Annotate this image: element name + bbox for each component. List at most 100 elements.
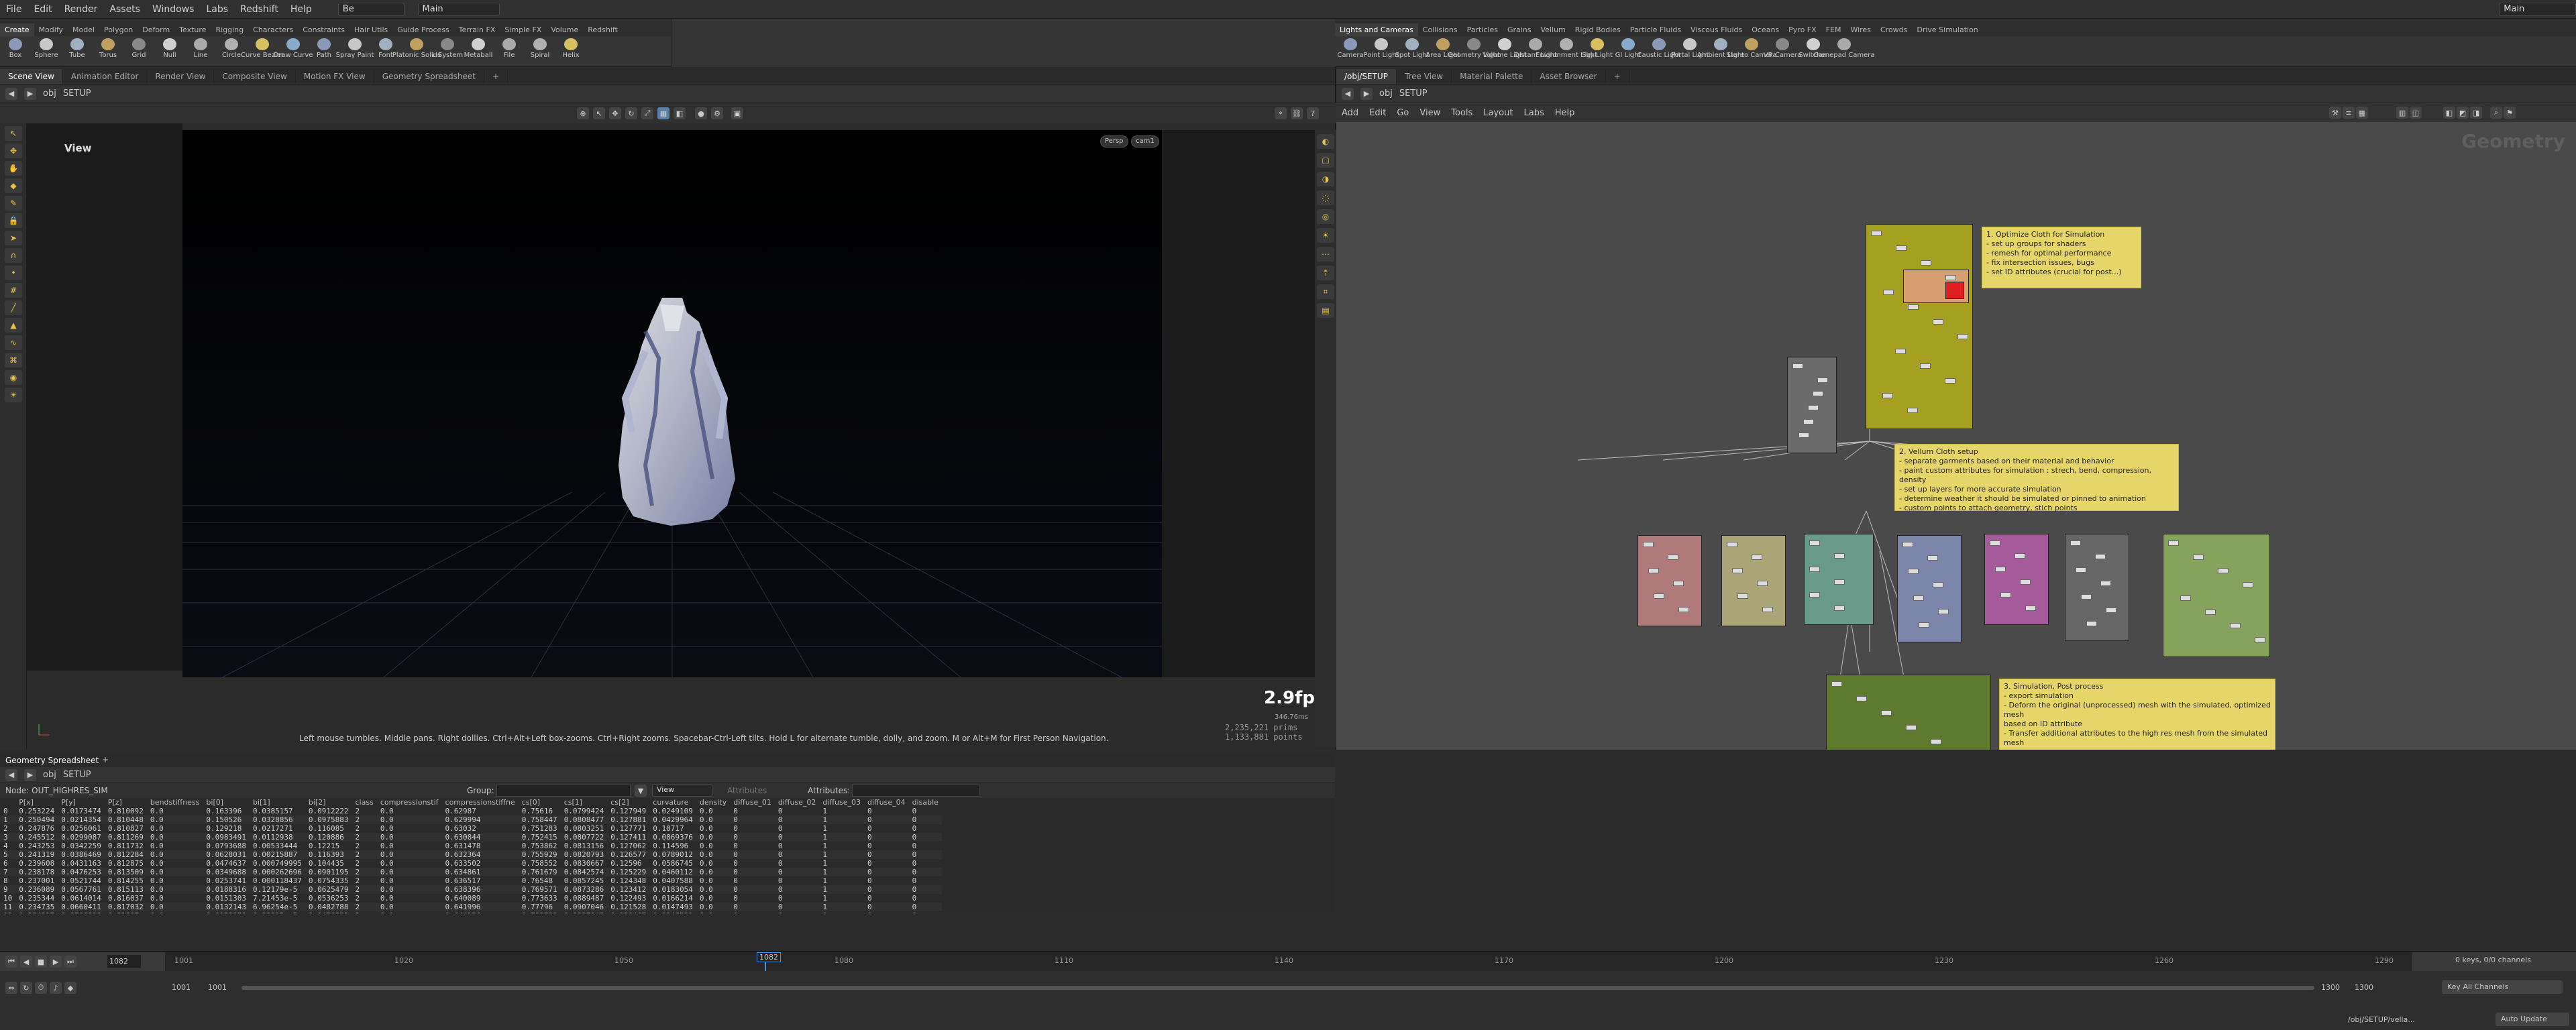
shelf-r-tab[interactable]: Grains [1503, 23, 1536, 36]
guide-icon[interactable]: ⌗ [1317, 284, 1334, 299]
shape-icon[interactable]: ◩ [2457, 107, 2469, 119]
visibility-icon[interactable]: ◎ [1317, 209, 1334, 224]
link-icon[interactable]: ⛓ [1291, 107, 1303, 119]
wrench-icon[interactable]: ⚒ [2329, 107, 2341, 119]
menu-labs[interactable]: Labs [200, 4, 234, 15]
shelf-r-tab[interactable]: Crowds [1876, 23, 1912, 36]
group-box-darkgrey[interactable] [2065, 534, 2129, 641]
tab-geometry-spreadsheet[interactable]: Geometry Spreadsheet [374, 69, 484, 84]
handle-tool-icon[interactable]: ◆ [5, 178, 22, 193]
add-tab-button[interactable]: + [484, 69, 508, 84]
shelf-r-tool-button[interactable]: VR Camera [1764, 36, 1801, 59]
network-node[interactable] [1990, 540, 2000, 546]
net-path-node[interactable]: SETUP [1399, 89, 1428, 99]
network-node[interactable] [1673, 581, 1684, 586]
column-header[interactable]: cs[0] [519, 798, 561, 807]
network-node[interactable] [1813, 391, 1823, 397]
viewport[interactable]: Persp cam1 [182, 130, 1162, 677]
ss-attribs-field[interactable] [852, 785, 979, 797]
network-node[interactable] [1871, 231, 1882, 236]
table-row[interactable]: 2 0.247876 0.0256061 0.810827 0.0 0.129218 0.0… [0, 824, 942, 833]
table-row[interactable]: 5 0.241319 0.0386469 0.812284 0.0 0.0628031 0.… [0, 850, 942, 859]
range-icon[interactable]: ⇔ [5, 982, 17, 994]
network-node[interactable] [2000, 592, 2011, 598]
network-node[interactable] [1883, 290, 1894, 295]
range-slider[interactable] [241, 986, 2314, 990]
desktop-dropdown-right[interactable]: Main [2499, 2, 2576, 16]
transform-icon[interactable]: ✥ [5, 144, 22, 158]
table-row[interactable]: 3 0.245512 0.0299087 0.811269 0.0 0.0983491 0.… [0, 833, 942, 842]
badge-icon[interactable]: ◨ [2470, 107, 2482, 119]
network-node[interactable] [1648, 567, 1659, 573]
key-all-button[interactable]: Key All Channels [2442, 980, 2563, 994]
point-display-icon[interactable]: ⋯ [1317, 247, 1334, 262]
table-row[interactable]: 0 0.253224 0.0173474 0.810092 0.0 0.163396 0.0… [0, 807, 942, 815]
column-header[interactable]: curvature [649, 798, 696, 807]
network-node[interactable] [1938, 609, 1949, 614]
shelf-r-tool-button[interactable]: Point Light [1364, 36, 1399, 59]
net-path-obj[interactable]: obj [1379, 89, 1393, 99]
sticky-note-1[interactable]: 1. Optimize Cloth for Simulation - set u… [1982, 227, 2141, 288]
ghost-icon[interactable]: ◌ [1317, 190, 1334, 205]
network-node[interactable] [1921, 260, 1931, 266]
network-node[interactable] [1808, 405, 1819, 410]
auto-update-button[interactable]: Auto Update [2496, 1013, 2569, 1026]
network-node[interactable] [2076, 567, 2086, 573]
network-node[interactable] [1732, 567, 1743, 573]
table-row[interactable]: 8 0.237001 0.0521744 0.814255 0.0 0.0253741 0.… [0, 876, 942, 885]
column-header[interactable]: compressionstif [377, 798, 442, 807]
network-node[interactable] [1945, 275, 1956, 280]
prim-snap-icon[interactable]: ▲ [5, 318, 22, 333]
jump-end-icon[interactable]: ⏭ [64, 956, 76, 968]
network-node[interactable] [1908, 569, 1919, 574]
pointer-icon[interactable]: ➤ [5, 231, 22, 245]
snap-icon[interactable]: ▦ [657, 107, 669, 119]
network-node[interactable] [1737, 593, 1748, 599]
network-node[interactable] [2100, 581, 2111, 586]
network-node[interactable] [1957, 334, 1968, 339]
network-node[interactable] [1927, 555, 1938, 561]
network-node[interactable] [1762, 606, 1773, 612]
network-node[interactable] [1831, 681, 1842, 687]
shelf-r-tab[interactable]: FEM [1821, 23, 1846, 36]
loop-icon[interactable]: ↻ [20, 982, 32, 994]
shelf-l-tab[interactable]: Polygon [99, 23, 138, 36]
ss-path-node[interactable]: SETUP [63, 770, 91, 780]
bookmark-icon[interactable]: ⚑ [2504, 107, 2516, 119]
net-menu-edit[interactable]: Edit [1364, 108, 1391, 118]
scale-tool-icon[interactable]: ⤢ [641, 107, 653, 119]
tab-animation-editor[interactable]: Animation Editor [63, 69, 148, 84]
shelf-l-tab[interactable]: Texture [174, 23, 211, 36]
shelf-l-tool-button[interactable]: Spiral [525, 36, 555, 59]
shelf-l-tab[interactable]: Modify [34, 23, 68, 36]
network-node[interactable] [2015, 553, 2025, 559]
network-node[interactable] [1817, 377, 1828, 383]
shelf-r-tool-button[interactable]: Camera [1335, 36, 1366, 59]
ss-path-obj[interactable]: obj [43, 770, 56, 780]
shelf-l-tool-button[interactable]: Spray Paint [336, 36, 374, 59]
network-node[interactable] [2020, 579, 2031, 585]
network-node[interactable] [1643, 542, 1654, 547]
forward-icon[interactable]: ▶ [24, 87, 36, 100]
net-menu-tools[interactable]: Tools [1446, 108, 1478, 118]
grid-icon[interactable]: ▦ [2356, 107, 2368, 119]
table-row[interactable]: 10 0.235344 0.0614014 0.816037 0.0 0.0151303 7… [0, 894, 942, 903]
sticky-note-3[interactable]: 3. Simulation, Post process - export sim… [1999, 679, 2275, 750]
network-node[interactable] [2070, 540, 2081, 546]
shelf-r-tab[interactable]: Lights and Cameras [1335, 23, 1418, 36]
ss-group-field[interactable] [496, 785, 631, 797]
shelf-r-tab[interactable]: Particles [1462, 23, 1503, 36]
back-icon-2[interactable]: ◀ [5, 768, 17, 781]
network-node[interactable] [1895, 349, 1906, 354]
tab-asset-browser[interactable]: Asset Browser [1532, 69, 1606, 84]
wireframe-icon[interactable]: ▢ [1317, 153, 1334, 168]
network-node[interactable] [2025, 605, 2036, 611]
timeline-ruler[interactable]: 1001 1020 1050 1080 1110 1140 1170 1200 1230 1260… [165, 952, 2412, 971]
shelf-l-tool-button[interactable]: Torus [93, 36, 123, 59]
curve-snap-icon[interactable]: ∿ [5, 335, 22, 350]
net-menu-go[interactable]: Go [1391, 108, 1414, 118]
column-header[interactable]: cs[2] [607, 798, 649, 807]
column-header[interactable] [0, 798, 15, 807]
network-node[interactable] [1792, 363, 1803, 369]
record-icon[interactable]: ● [695, 107, 707, 119]
